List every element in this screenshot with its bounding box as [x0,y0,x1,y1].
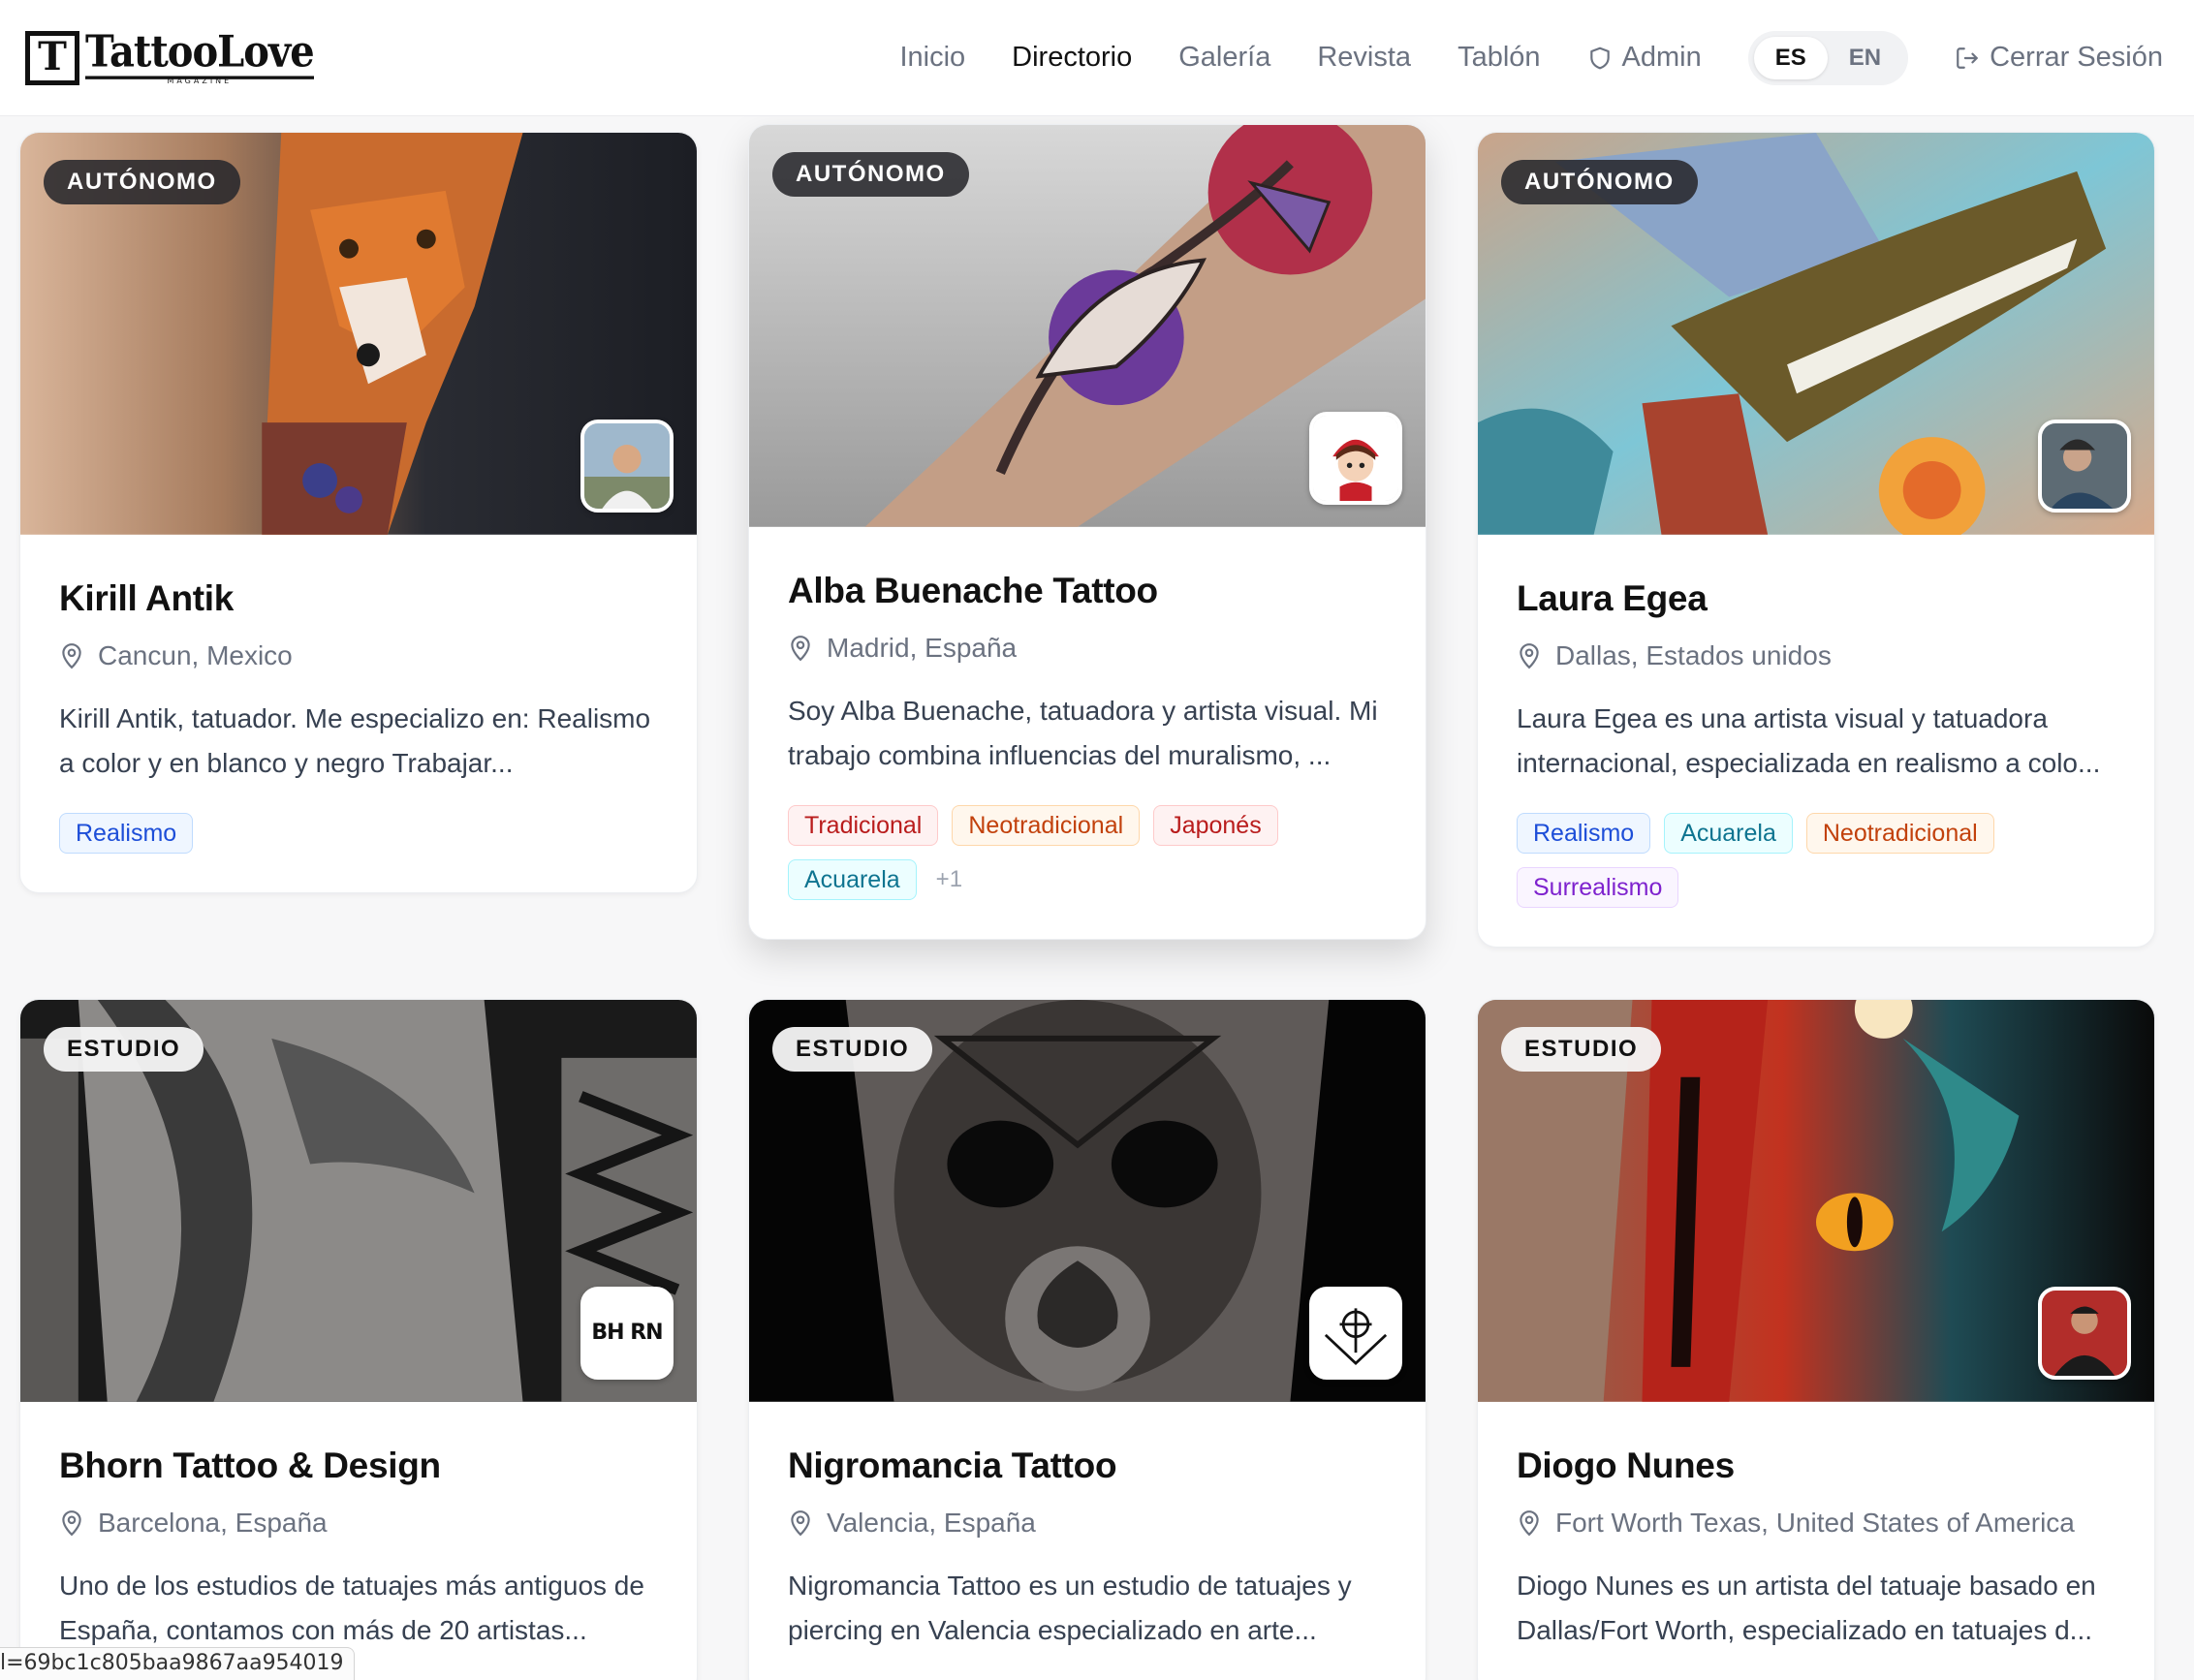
card-type-badge: AUTÓNOMO [1501,160,1698,204]
nav-inicio[interactable]: Inicio [899,42,965,74]
card-title: Bhorn Tattoo & Design [59,1446,441,1485]
card-location-text: Cancun, Mexico [98,640,293,670]
map-pin-icon [1520,1510,1539,1537]
nav-tablon[interactable]: Tablón [1457,42,1540,74]
studio-logo-emblem [1313,1291,1398,1376]
style-tag: Realismo [59,813,194,854]
card-title: Nigromancia Tattoo [788,1446,1117,1485]
studio-logo[interactable]: BH RN [580,1287,674,1380]
card-location: Cancun, Mexico [59,640,658,671]
logo-mark-icon: T [25,30,79,85]
lang-en-button[interactable]: EN [1828,37,1902,79]
card-description: Kirill Antik, tatuador. Me especializo e… [59,703,651,778]
card-type-badge: ESTUDIO [772,1027,933,1072]
avatar-photo [2042,1291,2127,1376]
card-location: Dallas, Estados unidos [1517,640,2116,671]
style-tag: Neotradicional [1805,813,1994,854]
map-pin-icon [791,636,810,662]
card-location: Valencia, España [788,1508,1387,1539]
card-description: Diogo Nunes es un artista del tatuaje ba… [1517,1571,2096,1645]
studio-logo[interactable] [1309,1287,1402,1380]
card-description: Laura Egea es una artista visual y tatua… [1517,703,2101,778]
card-cover-image: ESTUDIO BH RN [20,1000,697,1403]
artist-card[interactable]: AUTÓNOMO Kirill Antik Cancun, Mexico Kir… [19,132,698,893]
artist-avatar[interactable] [580,420,674,513]
card-cover-image: AUTÓNOMO [20,133,697,536]
card-location: Fort Worth Texas, United States of Ameri… [1517,1508,2116,1539]
logout-label: Cerrar Sesión [1990,42,2163,73]
map-pin-icon [62,643,81,669]
map-pin-icon [791,1510,810,1537]
tattoolove-logo[interactable]: T TattooLove magazine [25,24,315,92]
style-tag: Tradicional [788,805,939,846]
card-location-text: Madrid, España [827,633,1018,663]
card-location-text: Barcelona, España [98,1508,328,1538]
card-location-text: Dallas, Estados unidos [1555,640,1832,670]
card-title: Laura Egea [1517,578,1708,618]
logo-word: TattooLove [85,27,315,79]
nav-admin-label: Admin [1621,42,1702,73]
artist-avatar[interactable] [2038,420,2131,513]
card-location-text: Valencia, España [827,1508,1036,1538]
card-tags: Realismo Acuarela Neotradicional Surreal… [1517,813,2116,908]
artist-avatar[interactable] [1309,412,1402,505]
card-description: Soy Alba Buenache, tatuadora y artista v… [788,696,1378,770]
top-navbar: T TattooLove magazine Inicio Directorio … [0,0,2194,116]
card-title: Kirill Antik [59,578,235,618]
card-cover-image: ESTUDIO [749,1000,1426,1403]
logout-button[interactable]: Cerrar Sesión [1955,42,2163,74]
card-cover-image: AUTÓNOMO [1478,133,2154,536]
card-type-badge: ESTUDIO [1501,1027,1662,1072]
studio-card[interactable]: ESTUDIO BH RN Bhorn Tattoo & Design Barc… [19,999,698,1680]
logout-icon [1957,47,1978,69]
card-type-badge: AUTÓNOMO [44,160,240,204]
more-tags-count: +1 [935,866,963,892]
style-tag: Acuarela [1664,813,1793,854]
lang-es-button[interactable]: ES [1753,36,1828,79]
nav-directorio[interactable]: Directorio [1012,42,1132,74]
shield-icon [1589,47,1610,69]
nav-admin[interactable]: Admin [1587,42,1702,74]
style-tag: Japonés [1153,805,1278,846]
avatar-photo [584,423,670,509]
card-location: Madrid, España [788,633,1387,664]
style-tag: Neotradicional [952,805,1141,846]
card-description: Nigromancia Tattoo es un estudio de tatu… [788,1571,1352,1645]
map-pin-icon [62,1510,81,1537]
language-switch: ES EN [1747,30,1909,85]
artist-card[interactable]: AUTÓNOMO Laura Egea Dallas, Estados unid… [1477,132,2155,948]
card-location-text: Fort Worth Texas, United States of Ameri… [1555,1508,2075,1538]
studio-card[interactable]: ESTUDIO Nigromancia Tattoo Valencia, Esp… [748,999,1426,1680]
avatar-cartoon [1313,416,1398,501]
nav-galeria[interactable]: Galería [1178,42,1270,74]
card-title: Alba Buenache Tattoo [788,571,1158,610]
card-tags: Tradicional Neotradicional Japonés Acuar… [788,805,1387,900]
artist-card[interactable]: AUTÓNOMO Alba Buenache Tattoo Madrid, Es… [748,124,1426,940]
card-tags: Realismo [59,813,658,854]
card-cover-image: AUTÓNOMO [749,125,1426,528]
studio-logo-text: BH RN [591,1321,663,1345]
style-tag: Realismo [1517,813,1651,854]
card-description: Uno de los estudios de tatuajes más anti… [59,1571,644,1645]
avatar-photo [2042,423,2127,509]
nav-revista[interactable]: Revista [1317,42,1411,74]
card-cover-image: ESTUDIO [1478,1000,2154,1403]
card-location: Barcelona, España [59,1508,658,1539]
card-type-badge: ESTUDIO [44,1027,204,1072]
card-type-badge: AUTÓNOMO [772,152,969,197]
map-pin-icon [1520,643,1539,669]
status-bar-url: l=69bc1c805baa9867aa954019 [0,1647,355,1680]
card-title: Diogo Nunes [1517,1446,1735,1485]
main-nav: Inicio Directorio Galería Revista Tablón… [853,30,2163,85]
artist-avatar[interactable] [2038,1287,2131,1380]
style-tag: Acuarela [788,859,917,900]
style-tag: Surrealismo [1517,867,1679,908]
studio-card[interactable]: ESTUDIO Diogo Nunes Fort Worth Texas, Un… [1477,999,2155,1680]
